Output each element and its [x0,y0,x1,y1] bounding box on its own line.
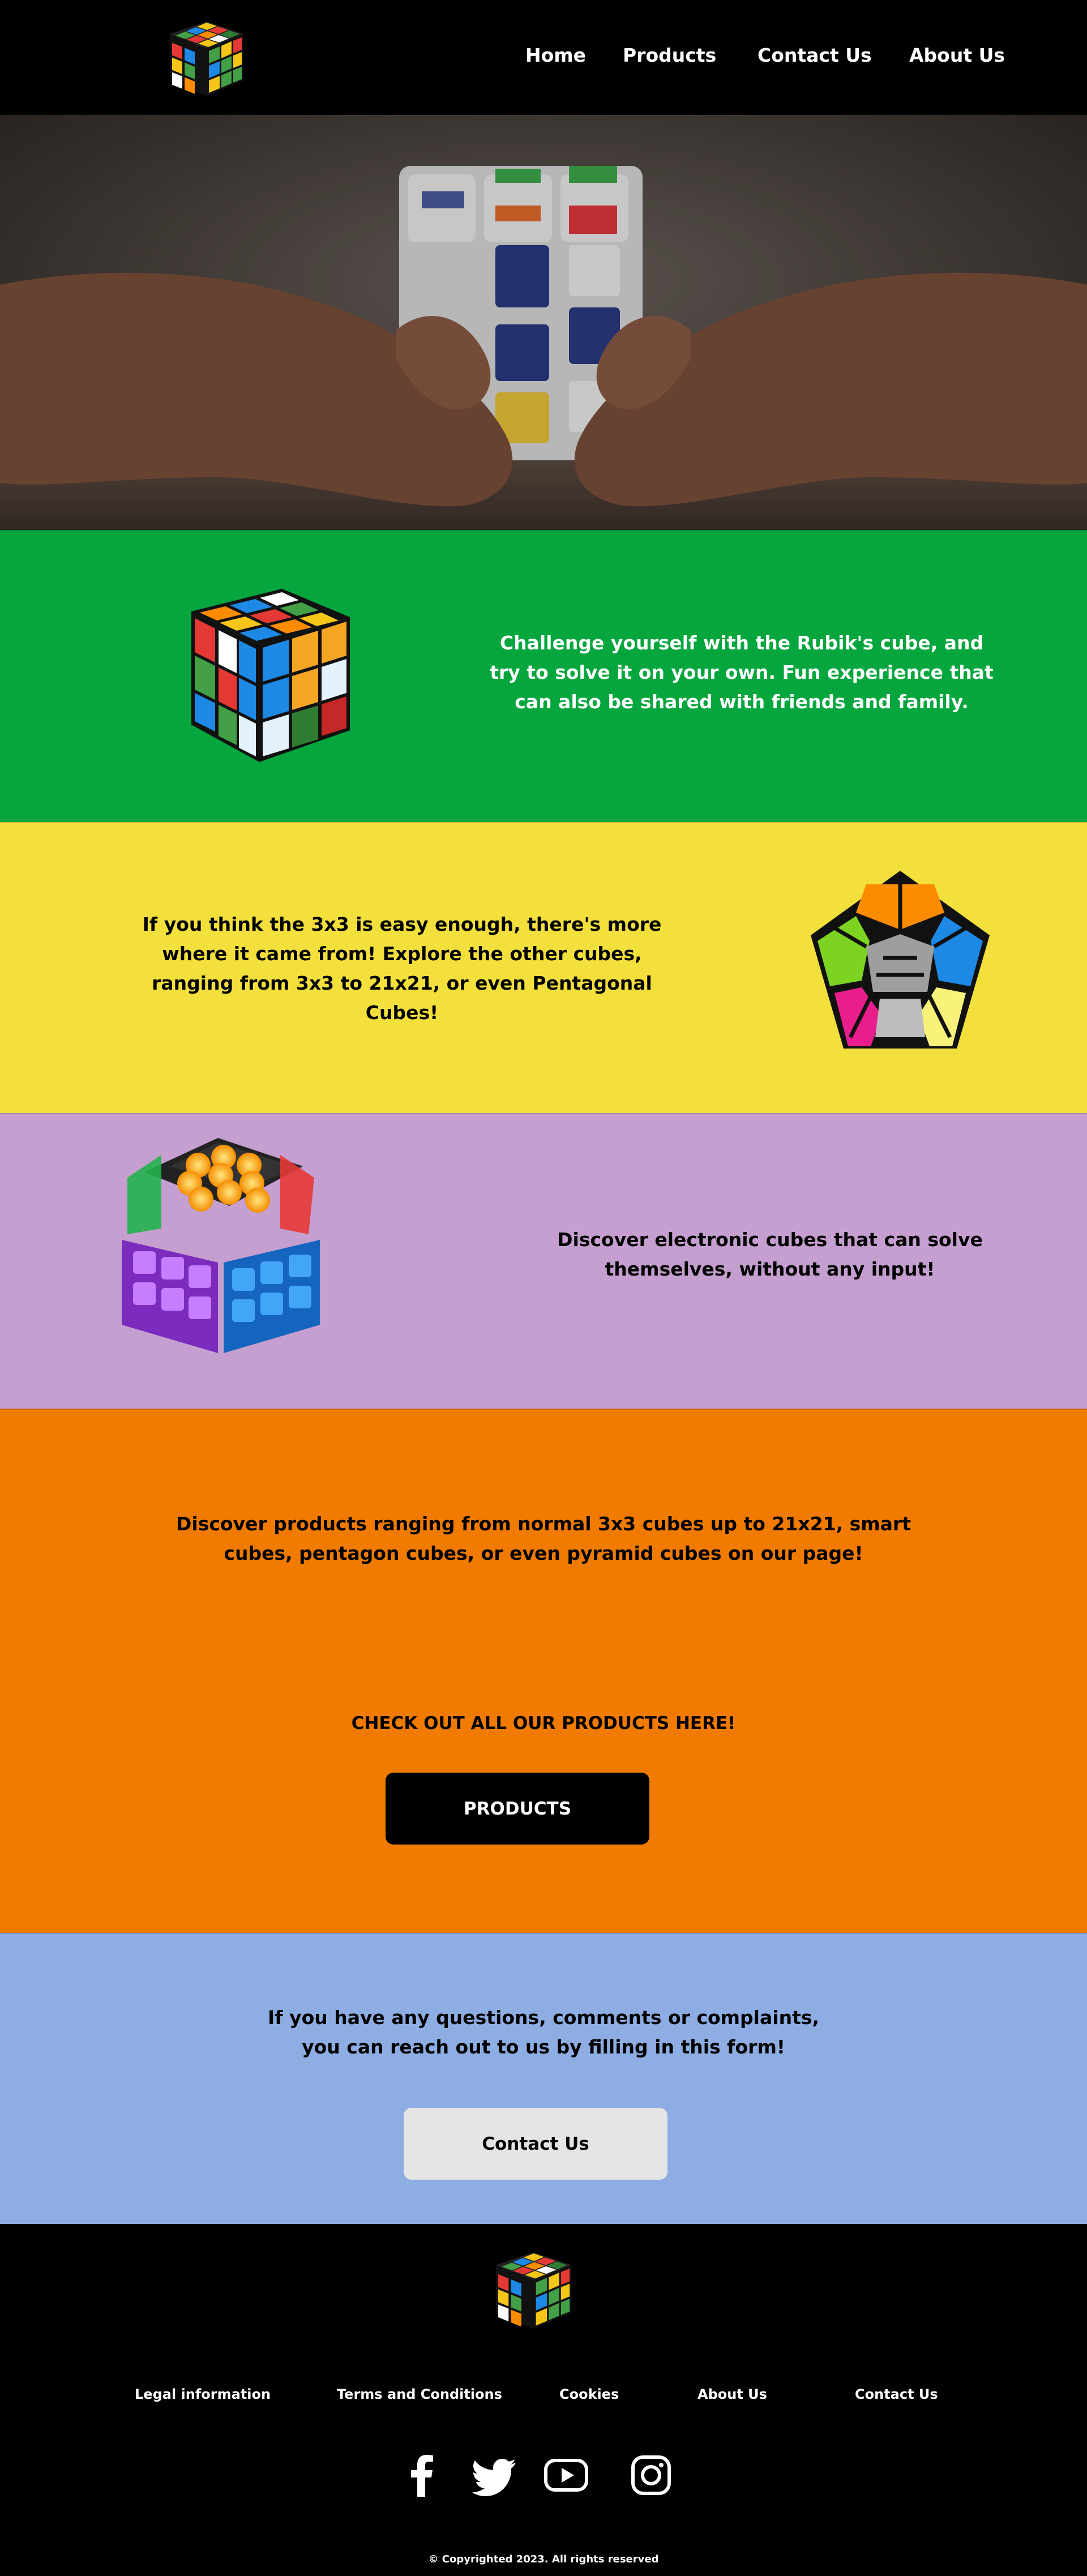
contact-text: If you have any questions, comments or c… [267,2006,820,2058]
footer-cube-logo-icon[interactable] [490,2248,577,2333]
intro-text: Challenge yourself with the Rubik's cube… [490,632,994,713]
footer-link-cookies[interactable]: Cookies [559,2386,619,2402]
main-nav: Home Products Contact Us About Us [0,44,1087,72]
megaminx-cube-image [811,871,990,1049]
section-contact [0,1933,1087,2224]
instagram-icon[interactable] [628,2453,674,2498]
smart-cube-image [122,1138,320,1353]
copyright-text: © Copyrighted 2023. All rights reserved [428,2553,659,2565]
nav-products[interactable]: Products [623,44,716,66]
other-cubes-text: If you think the 3x3 is easy enough, the… [142,913,662,1024]
youtube-icon[interactable] [544,2453,589,2498]
site-header: Home Products Contact Us About Us [0,0,1087,115]
rubiks-cube-image [191,589,350,762]
products-cta-heading: CHECK OUT ALL OUR PRODUCTS HERE! [351,1713,736,1734]
footer-link-about[interactable]: About Us [697,2386,767,2402]
footer-link-legal[interactable]: Legal information [135,2386,271,2402]
hero-image [0,115,1087,530]
nav-about-us[interactable]: About Us [909,44,1005,66]
footer-link-contact[interactable]: Contact Us [855,2386,938,2402]
section-products [0,1409,1087,1933]
products-text: Discover products ranging from normal 3x… [176,1513,911,1564]
electronic-cubes-text: Discover electronic cubes that can solve… [557,1229,983,1280]
twitter-icon[interactable] [473,2453,518,2498]
footer-link-terms[interactable]: Terms and Conditions [337,2386,502,2402]
products-button[interactable]: PRODUCTS [386,1773,649,1845]
nav-home[interactable]: Home [525,44,586,66]
facebook-icon[interactable] [399,2453,444,2498]
contact-us-button[interactable]: Contact Us [404,2108,667,2180]
hands-holding-cube-image [0,115,1087,530]
nav-contact-us[interactable]: Contact Us [758,44,872,66]
